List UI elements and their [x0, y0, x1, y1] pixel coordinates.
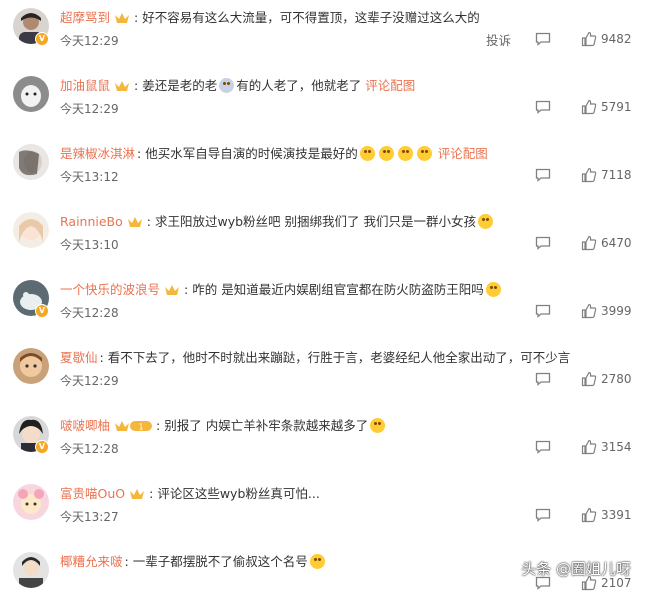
- crown-icon: [127, 217, 142, 227]
- shocked-emoji-icon: [416, 146, 432, 161]
- like-count: 6470: [601, 236, 632, 250]
- like-count: 3154: [601, 440, 632, 454]
- like-button[interactable]: 6470: [581, 235, 635, 251]
- comment-item: V 啵啵唧柚 1: 别报了 内娱亡羊补牢条款越来越多了 今天12:28 3154: [0, 408, 645, 476]
- comment-time: 今天12:28: [60, 306, 119, 320]
- watermark: 头条 @圈姐儿呀: [521, 560, 631, 578]
- comment-item: V 一个快乐的波浪号: 咋的 是知道最近内娱剧组官宣都在防火防盗防王阳吗 今天12…: [0, 272, 645, 340]
- comment-text: 好不容易有这么大流量，可不得置顶，这辈子没赠过这么大的: [142, 10, 480, 25]
- laughing-emoji-icon: [370, 418, 386, 433]
- comment-item: RainnieBo: 求王阳放过wyb粉丝吧 别捆绑我们了 我们只是一群小女孩 今…: [0, 204, 645, 272]
- comment-time: 今天13:10: [60, 238, 119, 252]
- verified-badge-icon: V: [35, 32, 49, 46]
- comment-item: 是辣椒冰淇淋: 他买水军自导自演的时候演技是最好的 评论配图 今天13:12 711…: [0, 136, 645, 204]
- verified-badge-icon: V: [35, 440, 49, 454]
- comment-image-link[interactable]: 评论配图: [365, 78, 415, 93]
- like-button[interactable]: 7118: [581, 167, 635, 183]
- laughing-emoji-icon: [485, 282, 501, 297]
- like-button[interactable]: 5791: [581, 99, 635, 115]
- comment-text: 评论区这些wyb粉丝真可怕...: [157, 486, 320, 501]
- comment-text: 他买水军自导自演的时候演技是最好的: [145, 146, 358, 161]
- svg-text:1: 1: [138, 423, 143, 432]
- like-button[interactable]: 3999: [581, 303, 635, 319]
- like-count: 7118: [601, 168, 632, 182]
- username[interactable]: 超摩骂到: [60, 10, 110, 25]
- comment-list: V 超摩骂到: 好不容易有这么大流量，可不得置顶，这辈子没赠过这么大的 今天12:…: [0, 0, 645, 612]
- reply-icon[interactable]: [535, 168, 551, 182]
- fan-level-badge-icon: 1: [115, 421, 153, 432]
- like-button[interactable]: 3391: [581, 507, 635, 523]
- sticker-icon: [219, 78, 235, 93]
- username[interactable]: 加油鼠鼠: [60, 78, 110, 93]
- reply-icon[interactable]: [535, 236, 551, 250]
- comment-time: 今天12:29: [60, 34, 119, 48]
- thumbs-up-icon: [581, 167, 597, 183]
- thumbs-up-icon: [581, 371, 597, 387]
- comment-text: 求王阳放过wyb粉丝吧 别捆绑我们了 我们只是一群小女孩: [155, 214, 477, 229]
- crown-icon: [115, 81, 130, 91]
- like-count: 9482: [601, 32, 632, 46]
- like-count: 2780: [601, 372, 632, 386]
- reply-icon[interactable]: [535, 32, 551, 46]
- comment-time: 今天12:29: [60, 374, 119, 388]
- username[interactable]: 啵啵唧柚: [60, 418, 110, 433]
- comment-text: 看不下去了，他时不时就出来蹦跶，行胜于言，老婆经纪人他全家出动了，可不少言: [107, 350, 571, 365]
- like-count: 3391: [601, 508, 632, 522]
- shocked-emoji-icon: [359, 146, 375, 161]
- thumbs-up-icon: [581, 235, 597, 251]
- reply-icon[interactable]: [535, 508, 551, 522]
- avatar[interactable]: [13, 76, 49, 112]
- comment-text-continued: 有的人老了，他就老了: [236, 78, 362, 93]
- like-button[interactable]: 3154: [581, 439, 635, 455]
- like-count: 3999: [601, 304, 632, 318]
- username[interactable]: 是辣椒冰淇淋: [60, 146, 135, 161]
- avatar[interactable]: [13, 348, 49, 384]
- username[interactable]: 椰糟允来啵: [60, 554, 123, 569]
- comment-text: 咋的 是知道最近内娱剧组官宣都在防火防盗防王阳吗: [192, 282, 484, 297]
- shocked-emoji-icon: [397, 146, 413, 161]
- username[interactable]: 富贵喵OuO: [60, 486, 125, 501]
- comment-text: 别报了 内娱亡羊补牢条款越来越多了: [164, 418, 369, 433]
- comment-item: V 超摩骂到: 好不容易有这么大流量，可不得置顶，这辈子没赠过这么大的 今天12:…: [0, 0, 645, 68]
- reply-icon[interactable]: [535, 100, 551, 114]
- crown-icon: [165, 285, 180, 295]
- comment-image-link[interactable]: 评论配图: [438, 146, 488, 161]
- shocked-emoji-icon: [378, 146, 394, 161]
- comment-time: 今天12:28: [60, 442, 119, 456]
- avatar[interactable]: [13, 552, 49, 588]
- comment-text: 姜还是老的老: [142, 78, 218, 93]
- comment-item: 夏歇仙: 看不下去了，他时不时就出来蹦跶，行胜于言，老婆经纪人他全家出动了，可不少…: [0, 340, 645, 408]
- avatar[interactable]: [13, 144, 49, 180]
- reply-icon[interactable]: [535, 304, 551, 318]
- like-button[interactable]: 2780: [581, 371, 635, 387]
- username[interactable]: RainnieBo: [60, 214, 123, 229]
- crying-emoji-icon: [478, 214, 494, 229]
- thumbs-up-icon: [581, 303, 597, 319]
- thumbs-up-icon: [581, 99, 597, 115]
- avatar[interactable]: [13, 212, 49, 248]
- thumbs-up-icon: [581, 507, 597, 523]
- like-count: 5791: [601, 100, 632, 114]
- username[interactable]: 一个快乐的波浪号: [60, 282, 160, 297]
- crying-emoji-icon: [309, 554, 325, 569]
- comment-time: 今天13:27: [60, 510, 119, 524]
- crown-icon: [130, 489, 145, 499]
- comment-time: 今天12:29: [60, 102, 119, 116]
- thumbs-up-icon: [581, 31, 597, 47]
- username[interactable]: 夏歇仙: [60, 350, 98, 365]
- like-button[interactable]: 9482: [581, 31, 635, 47]
- crown-icon: [115, 13, 130, 23]
- avatar[interactable]: [13, 484, 49, 520]
- comment-item: 加油鼠鼠: 姜还是老的老 有的人老了，他就老了 评论配图 今天12:29 5791: [0, 68, 645, 136]
- comment-item: 富贵喵OuO: 评论区这些wyb粉丝真可怕... 今天13:27 3391: [0, 476, 645, 544]
- thumbs-up-icon: [581, 439, 597, 455]
- reply-icon[interactable]: [535, 372, 551, 386]
- comment-time: 今天13:12: [60, 170, 119, 184]
- reply-icon[interactable]: [535, 440, 551, 454]
- comment-text: 一辈子都摆脱不了偷叔这个名号: [132, 554, 308, 569]
- verified-badge-icon: V: [35, 304, 49, 318]
- report-button[interactable]: 投诉: [486, 30, 511, 49]
